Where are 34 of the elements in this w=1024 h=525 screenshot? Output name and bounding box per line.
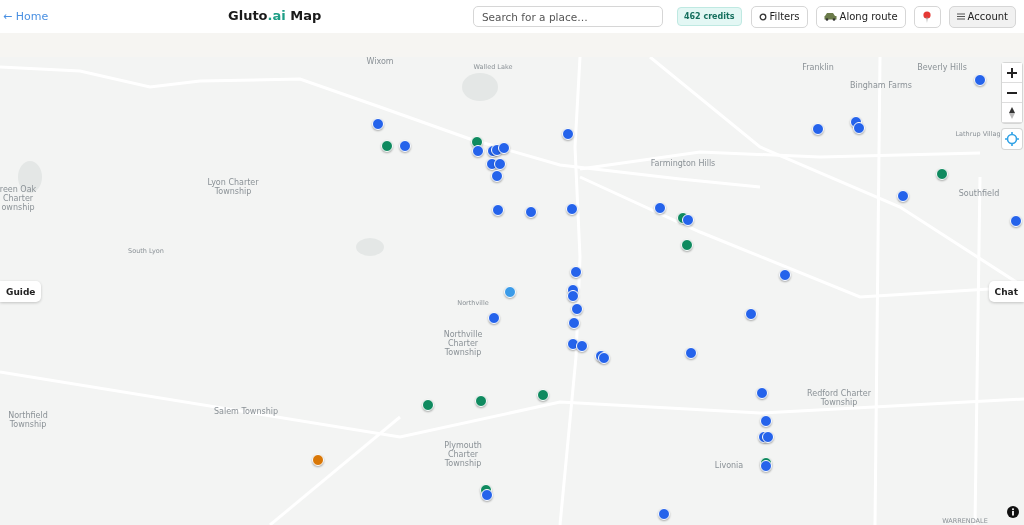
menu-icon [956,13,965,20]
search-field[interactable]: Search for a place… [472,6,663,27]
place-label: Northville Charter Township [443,330,483,358]
minus-icon [1007,91,1017,94]
chat-button[interactable]: Chat [988,281,1024,302]
guide-button[interactable]: Guide [0,281,42,302]
compass-icon [1009,106,1015,119]
place-label: reen Oak Charter ownship [0,185,37,213]
place-label: Bingham Farms [850,81,912,91]
app-title: Gluto.ai Map [228,8,322,23]
place-label: Beverly Hills [917,63,967,73]
filters-button[interactable]: Filters [750,5,808,28]
map-marker[interactable] [762,431,774,443]
along-route-button[interactable]: Along route [815,5,906,28]
pin-button[interactable] [913,5,941,28]
place-label: Wixom [366,57,394,67]
place-label: Southfield [958,189,1000,199]
locate-button[interactable] [1002,129,1022,149]
credits-badge: 462 credits [676,7,742,26]
place-label: Salem Township [214,407,278,417]
car-icon [823,12,837,21]
place-label: Northfield Township [8,410,48,430]
map-marker[interactable] [760,460,772,472]
place-label: Plymouth Charter Township [444,441,482,469]
place-label: Franklin [802,63,834,73]
place-label: Lyon Charter Township [207,177,259,197]
account-button[interactable]: Account [948,5,1016,28]
place-label: Farmington Hills [650,159,716,169]
place-label: Redford Charter Township [807,388,871,408]
locate-icon [1005,132,1019,146]
plus-icon [1007,67,1017,78]
info-icon[interactable] [1007,506,1019,518]
place-label: Livonia [714,461,744,471]
zoom-in-button[interactable] [1002,63,1022,83]
